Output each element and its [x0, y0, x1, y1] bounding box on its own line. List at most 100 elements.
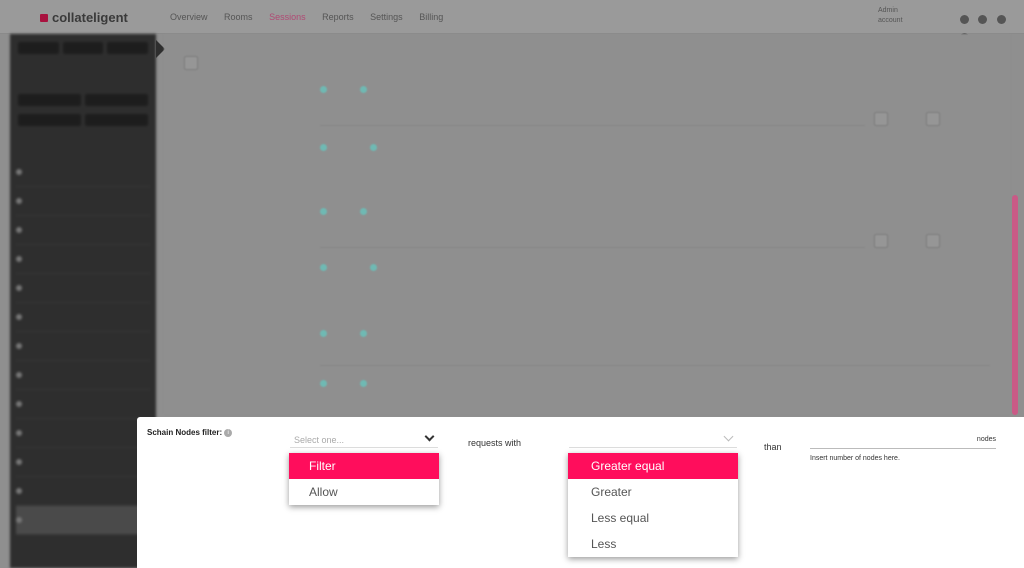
- app-logo[interactable]: collateligent: [40, 10, 128, 25]
- item-icon: [16, 343, 22, 349]
- item-icon: [16, 285, 22, 291]
- radio-group: [320, 380, 370, 387]
- notification-icon[interactable]: [978, 15, 988, 24]
- item-icon: [16, 227, 22, 233]
- sidebar-subtabs: [18, 94, 148, 106]
- radio-group: [320, 208, 370, 215]
- main-form: [164, 34, 1010, 414]
- action-dropdown-menu: Filter Allow: [289, 453, 439, 505]
- comparison-dropdown-menu: Greater equal Greater Less equal Less: [568, 453, 738, 557]
- nav-item-3[interactable]: Reports: [322, 12, 354, 22]
- chevron-down-icon[interactable]: [424, 431, 435, 442]
- radio-button[interactable]: [360, 86, 367, 93]
- radio-button[interactable]: [320, 208, 327, 215]
- radio-group: [320, 144, 380, 151]
- form-button[interactable]: [926, 112, 940, 126]
- than-text: than: [764, 442, 782, 452]
- sidebar-item-active[interactable]: [16, 506, 150, 535]
- item-icon: [16, 430, 22, 436]
- radio-button[interactable]: [360, 380, 367, 387]
- form-select[interactable]: [320, 114, 865, 126]
- radio-group: [320, 86, 370, 93]
- requests-with-text: requests with: [468, 438, 522, 448]
- item-icon: [16, 314, 22, 320]
- sidebar-tab[interactable]: [62, 42, 104, 54]
- radio-button[interactable]: [370, 144, 377, 151]
- nodes-number-input[interactable]: nodes: [810, 433, 996, 449]
- sidebar-tab[interactable]: [85, 94, 148, 106]
- radio-button[interactable]: [320, 330, 327, 337]
- radio-group: [320, 264, 380, 271]
- item-icon: [16, 372, 22, 378]
- sidebar: [10, 34, 156, 568]
- radio-button[interactable]: [320, 264, 327, 271]
- sidebar-tab[interactable]: [107, 42, 149, 54]
- user-info[interactable]: Admin account: [878, 6, 903, 26]
- comparison-option-less-equal[interactable]: Less equal: [568, 505, 738, 531]
- comparison-select[interactable]: [569, 431, 737, 448]
- nav-item-2[interactable]: Sessions: [269, 12, 306, 22]
- form-button[interactable]: [874, 234, 888, 248]
- form-select[interactable]: [320, 236, 865, 248]
- sidebar-item[interactable]: [16, 187, 150, 216]
- radio-button[interactable]: [370, 264, 377, 271]
- item-icon: [16, 517, 22, 523]
- sidebar-tabs: [18, 42, 149, 54]
- comparison-option-greater[interactable]: Greater: [568, 479, 738, 505]
- radio-button[interactable]: [360, 330, 367, 337]
- item-icon: [16, 169, 22, 175]
- item-icon: [16, 401, 22, 407]
- settings-icon[interactable]: [996, 15, 1006, 24]
- sidebar-tab[interactable]: [18, 114, 81, 126]
- item-icon: [16, 459, 22, 465]
- nodes-hint: Insert number of nodes here.: [810, 455, 900, 462]
- item-icon: [16, 488, 22, 494]
- sidebar-item[interactable]: [16, 477, 150, 506]
- top-nav: Overview Rooms Sessions Reports Settings…: [170, 12, 457, 22]
- radio-button[interactable]: [320, 144, 327, 151]
- help-icon[interactable]: [960, 15, 969, 24]
- sidebar-item[interactable]: [16, 419, 150, 448]
- action-option-allow[interactable]: Allow: [289, 479, 439, 505]
- sidebar-item[interactable]: [16, 390, 150, 419]
- comparison-option-less[interactable]: Less: [568, 531, 738, 557]
- schain-filter-label: Schain Nodes filter: i: [147, 428, 233, 437]
- sidebar-item[interactable]: [16, 158, 150, 187]
- action-option-filter[interactable]: Filter: [289, 453, 439, 479]
- sidebar-item[interactable]: [16, 245, 150, 274]
- sidebar-item[interactable]: [16, 332, 150, 361]
- sidebar-item[interactable]: [16, 361, 150, 390]
- nav-item-1[interactable]: Rooms: [224, 12, 253, 22]
- sidebar-item[interactable]: [16, 274, 150, 303]
- radio-group: [320, 330, 370, 337]
- action-select-placeholder: Select one...: [294, 435, 345, 445]
- comparison-option-greater-equal[interactable]: Greater equal: [568, 453, 738, 479]
- top-bar: collateligent Overview Rooms Sessions Re…: [0, 0, 1024, 42]
- info-icon[interactable]: i: [224, 428, 233, 437]
- sidebar-tab[interactable]: [18, 42, 59, 54]
- radio-button[interactable]: [320, 86, 327, 93]
- scrollbar[interactable]: [1012, 195, 1018, 415]
- form-button[interactable]: [874, 112, 888, 126]
- chevron-down-icon[interactable]: [723, 431, 734, 442]
- sidebar-item[interactable]: [16, 303, 150, 332]
- sidebar-item[interactable]: [16, 448, 150, 477]
- nav-item-4[interactable]: Settings: [370, 12, 403, 22]
- nav-item-5[interactable]: Billing: [419, 12, 443, 22]
- form-select[interactable]: [320, 354, 990, 366]
- sidebar-tab[interactable]: [18, 94, 81, 106]
- sidebar-tab[interactable]: [85, 114, 148, 126]
- sidebar-item[interactable]: [16, 216, 150, 245]
- radio-button[interactable]: [320, 380, 327, 387]
- logo-icon: [40, 14, 48, 22]
- item-icon: [16, 198, 22, 204]
- sidebar-subtabs: [18, 114, 148, 126]
- action-select[interactable]: Select one...: [290, 431, 438, 448]
- form-action-button[interactable]: [184, 56, 198, 70]
- form-button[interactable]: [926, 234, 940, 248]
- item-icon: [16, 256, 22, 262]
- radio-button[interactable]: [360, 208, 367, 215]
- nav-item-0[interactable]: Overview: [170, 12, 208, 22]
- nodes-suffix: nodes: [976, 436, 996, 443]
